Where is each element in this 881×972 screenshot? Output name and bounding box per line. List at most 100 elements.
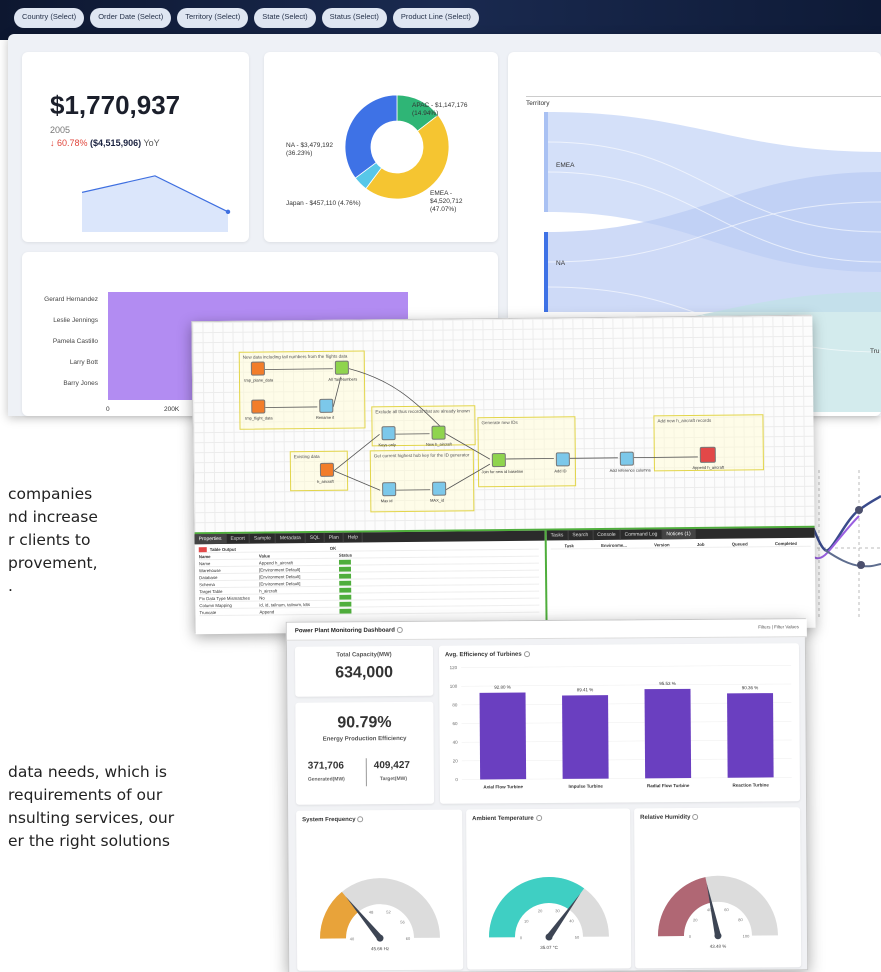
decorative-line-chart (805, 470, 881, 620)
pp-header-controls[interactable]: Filters | Filter Values (758, 624, 799, 629)
node-all-tail-numbers[interactable] (334, 360, 349, 375)
node-tmp-flight-data[interactable] (251, 399, 266, 414)
y-tick-label: 40 (453, 740, 459, 745)
filter-order-date[interactable]: Order Date (Select) (90, 8, 172, 28)
sankey-axis-line (526, 96, 881, 97)
node-add-reference-columns[interactable] (619, 451, 634, 466)
tab-help[interactable]: Help (343, 532, 364, 543)
node-label: New h_aircraft (425, 441, 452, 447)
workflow-connectors (264, 368, 698, 491)
tab-console[interactable]: Console (593, 529, 621, 541)
gauge-readout: 43.48 % (710, 944, 727, 949)
info-icon (357, 816, 364, 823)
bar-value-label: 92.80 % (494, 685, 511, 690)
y-tick-label: 120 (450, 665, 458, 670)
status-ok-icon (339, 580, 352, 586)
node-max-id-2[interactable] (432, 481, 447, 496)
filter-country[interactable]: Country (Select) (14, 8, 85, 28)
table-icon (198, 546, 207, 552)
filter-product-line[interactable]: Product Line (Select) (392, 8, 479, 28)
tab-notices[interactable]: Notices (1) (662, 528, 696, 540)
node-label: Add reference columns (609, 467, 651, 473)
delta-label: YoY (143, 138, 160, 148)
task-col: Job (696, 541, 705, 547)
filter-state[interactable]: State (Select) (254, 8, 316, 28)
gauge-tick-label: 60 (724, 907, 729, 912)
tab-sample[interactable]: Sample (249, 533, 276, 544)
property-status (339, 573, 379, 579)
node-max-id[interactable] (382, 482, 397, 497)
info-icon (692, 813, 699, 820)
property-status (339, 594, 379, 600)
gauge-title: Ambient Temperature (472, 815, 542, 822)
tab-properties[interactable]: Properties (194, 533, 227, 545)
table-output-props: Table Output OK Name Value Status Name Ap… (198, 542, 540, 617)
node-label: Keys only (378, 442, 396, 448)
node-keys-only[interactable] (381, 426, 396, 441)
rep-name: Barry Jones (63, 380, 98, 387)
status-ok-icon (339, 608, 352, 614)
tab-search[interactable]: Search (568, 530, 594, 541)
tab-command-log[interactable]: Command Log (620, 529, 663, 540)
kpi-divider (365, 758, 367, 787)
gauge-title: System Frequency (302, 816, 364, 823)
table-ok-button[interactable]: OK (330, 545, 370, 550)
node-label: Add ID (554, 468, 567, 474)
efficiency-label: Energy Production Efficiency (322, 735, 407, 743)
node-label: Append h_aircraft (692, 464, 725, 471)
gauge-tick-label: 10 (524, 919, 529, 924)
turbine-chart-title: Avg. Efficiency of Turbines (445, 651, 530, 658)
sparkline-point (225, 209, 231, 215)
pp-title: Power Plant Monitoring Dashboard (295, 627, 403, 634)
gauge-card-frequency: System Frequency 40 48 52 56 60 45.66 Hz (296, 809, 464, 971)
node-label: Rename it (315, 414, 335, 420)
property-name: Target Table (199, 588, 223, 594)
info-icon (523, 651, 530, 658)
workflow-canvas[interactable]: New data including tail numbers from the… (192, 315, 815, 533)
tab-tasks[interactable]: Tasks (546, 530, 569, 541)
x-category-label: Axial Flow Turbine (483, 784, 523, 789)
property-name: Truncate (199, 609, 217, 615)
gauge-pivot (714, 932, 722, 940)
gauge-relative-humidity: 02040 608010043.48 % (657, 875, 778, 949)
property-rows: Name Append h_aircraft Warehouse [Environme… (198, 556, 540, 617)
task-col: Version (654, 541, 670, 547)
y-tick-label: 20 (453, 758, 459, 763)
donut-label-japan: Japan - $457,110 (4.76%) (286, 200, 361, 207)
x-category-label: Impulse Turbine (568, 784, 603, 789)
donut-slice (344, 94, 398, 179)
workflow-designer-window: New data including tail numbers from the… (191, 314, 816, 635)
tab-export[interactable]: Export (226, 533, 250, 544)
rep-name: Larry Bott (69, 359, 98, 366)
node-join-baseline[interactable] (491, 452, 506, 468)
property-value: id, id, tailnum, tailnum, ldts (259, 601, 311, 608)
target-label: Target(MW) (379, 775, 408, 783)
node-rename[interactable] (319, 398, 334, 413)
bar-value-label: 89.41 % (577, 687, 594, 692)
total-capacity-label: Total Capacity(MW) (336, 652, 392, 659)
status-ok-icon (338, 566, 352, 572)
text-line: . (8, 577, 13, 595)
filter-status[interactable]: Status (Select) (321, 8, 387, 28)
node-label: h_aircraft (317, 478, 334, 484)
gauge-readout: 45.66 Hz (371, 946, 390, 951)
gauge-tick-label: 52 (386, 909, 391, 914)
node-label: tmp_flight_data (245, 415, 273, 421)
tab-sql[interactable]: SQL (305, 532, 325, 544)
node-append-h-aircraft[interactable] (699, 446, 716, 463)
property-name: Warehouse (198, 567, 221, 573)
node-label: MAX_id (430, 497, 445, 503)
node-new-aircraft[interactable] (431, 425, 446, 440)
tab-plan[interactable]: Plan (324, 532, 344, 543)
y-tick-label: 80 (452, 702, 458, 707)
tab-metadata[interactable]: Metadata (275, 533, 306, 544)
filter-territory[interactable]: Territory (Select) (177, 8, 249, 28)
node-add-id[interactable] (555, 452, 570, 467)
power-plant-dashboard: Power Plant Monitoring Dashboard Filters… (285, 618, 809, 972)
turbine-bar (644, 688, 692, 779)
node-h-aircraft[interactable] (319, 462, 335, 477)
node-tmp-plane-data[interactable] (250, 361, 265, 376)
text-line: er the right solutions (8, 832, 171, 850)
gauge-pivot (376, 934, 384, 942)
bar-value-label: 90.36 % (742, 685, 759, 690)
